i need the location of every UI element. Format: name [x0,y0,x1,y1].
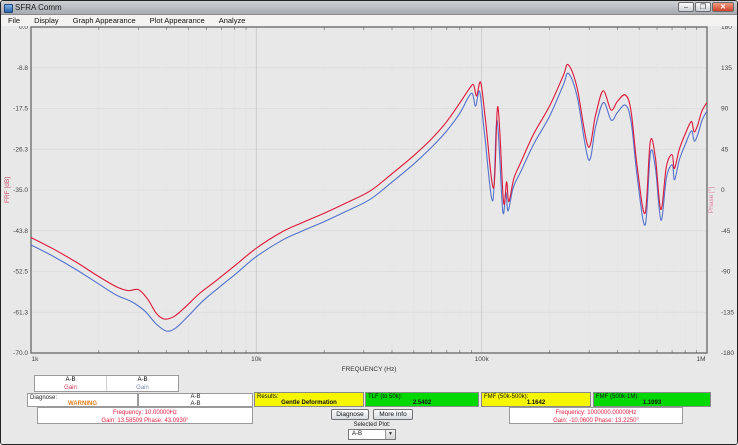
fmf-low-label: FMF (50k-500k): [482,393,590,400]
cursor-readout-left: Frequency: 10.00000Hz Gain: 13.58509 Pha… [37,407,253,424]
title-bar[interactable]: SFRA Comm – ❐ ✕ [1,1,737,15]
window-controls: – ❐ ✕ [678,2,734,12]
legend-plot-name: A-B [107,376,178,384]
left-axis-tick: -26.3 [13,146,28,153]
right-axis-tick: -90 [721,269,731,276]
tlf-value: 2.5402 [366,400,478,406]
results-value: Gentle Deformation [255,400,363,406]
fmf-low-cell: FMF (50k-500k): 1.1642 [481,392,591,407]
fmf-high-value: 1.1093 [594,400,710,406]
menu-plot-appearance[interactable]: Plot Appearance [143,16,212,25]
left-axis-tick: -61.3 [13,309,28,316]
gain-curve-blue [31,73,707,331]
cursor-readout-right: Frequency: 1000000.00000Hz Gain: -10.060… [509,407,683,424]
tlf-label: TLF (to 50k): [366,393,478,400]
legend-col-1: A-B Gain [35,376,106,391]
diagnosed-plot: A-B [139,394,252,401]
legend-trace-label: Gain [35,384,106,392]
fmf-high-label: FMF (500k-1M): [594,393,710,400]
maximize-button-icon[interactable]: ❐ [695,2,711,12]
legend-col-2: A-B Gain [106,376,178,391]
readout-gain-phase: Gain: 13.58509 Phase: 43.0930° [38,417,252,425]
left-axis-tick: -17.5 [13,106,28,113]
right-axis-tick: -180 [721,350,734,357]
menu-display[interactable]: Display [27,16,66,25]
menu-graph-appearance[interactable]: Graph Appearance [66,16,143,25]
fmf-high-cell: FMF (500k-1M): 1.1093 [593,392,711,407]
chevron-down-icon[interactable]: ▼ [385,430,395,439]
diagnose-button[interactable]: Diagnose [331,409,369,420]
x-axis-tick: 10k [251,356,262,363]
right-axis-tick: -135 [721,309,734,316]
right-axis-tick: 0 [721,187,725,194]
window-title: SFRA Comm [15,3,62,12]
diagnosis-box: Diagnose: WARNING [27,393,138,407]
selected-plot-label: Selected Plot: [331,422,413,428]
trace-legend-table: A-B Gain A-B Gain [34,375,179,392]
x-axis-tick: 1M [696,356,705,363]
right-axis-tick: 45 [721,146,729,153]
frequency-response-chart[interactable]: 0.0 -8.8 -17.5 -26.3 -35.0 -43.8 -52.5 -61.3 -70… [1,26,737,373]
tlf-cell: TLF (to 50k): 2.5402 [365,392,479,407]
results-label: Results: [255,393,363,400]
readout-frequency: Frequency: 1000000.00000Hz [510,409,682,417]
close-button-icon[interactable]: ✕ [712,2,734,12]
app-icon [4,4,13,13]
left-axis-tick: -52.5 [13,269,28,276]
diagnosed-plots-box: A-B A-B [138,393,253,407]
readout-gain-phase: Gain: -10.0600 Phase: 13.2250° [510,417,682,425]
fmf-low-value: 1.1642 [482,400,590,406]
selected-plot-value: A-B [352,431,362,437]
left-axis-tick: -35.0 [13,187,28,194]
x-axis-tick: 1k [32,356,40,363]
left-axis-tick: -70.0 [13,350,28,357]
bottom-panel: A-B Gain A-B Gain Diagnose: WARNING A-B … [1,373,737,444]
gain-curve-red [31,64,707,319]
more-info-button[interactable]: More Info [373,409,413,420]
selected-plot-dropdown[interactable]: A-B ▼ [348,429,396,440]
right-axis-tick: 90 [721,106,729,113]
minimize-button-icon[interactable]: – [678,2,694,12]
gain-vs-frequency-plot[interactable]: 0.0 -8.8 -17.5 -26.3 -35.0 -43.8 -52.5 -61.3 -70… [1,26,737,373]
results-cell: Results: Gentle Deformation [254,392,364,407]
x-axis-label: FREQUENCY (Hz) [342,366,397,373]
legend-plot-name: A-B [35,376,106,384]
left-axis-label: FRF [dB] [4,177,11,203]
left-axis-tick: -8.8 [17,65,29,72]
right-axis-tick: 180 [721,26,732,31]
app-window: SFRA Comm – ❐ ✕ File Display Graph Appea… [0,0,738,445]
x-axis-tick: 100k [475,356,490,363]
readout-frequency: Frequency: 10.00000Hz [38,409,252,417]
right-axis-tick: -45 [721,228,731,235]
right-axis-label: Phase [°] [707,187,715,214]
menu-analyze[interactable]: Analyze [212,16,253,25]
left-axis-tick: -43.8 [13,228,28,235]
left-axis-tick: 0.0 [19,26,28,31]
right-axis-tick: 135 [721,65,732,72]
menu-file[interactable]: File [1,16,27,25]
legend-trace-label: Gain [107,384,178,392]
